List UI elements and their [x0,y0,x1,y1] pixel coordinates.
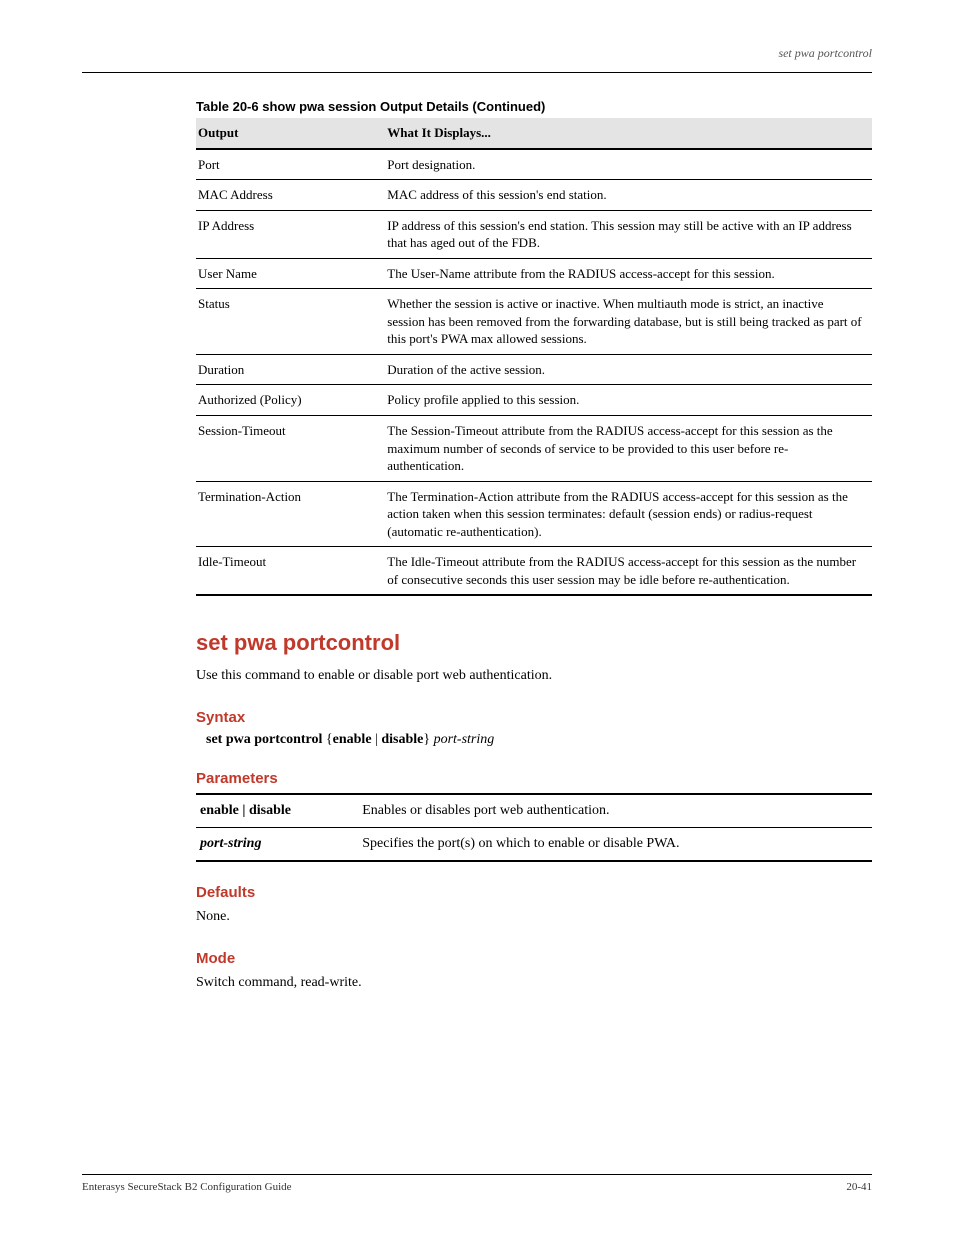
cell-meaning: Port designation. [385,149,872,180]
cell-output: Session-Timeout [196,416,385,482]
table-row: PortPort designation. [196,149,872,180]
table-row: MAC AddressMAC address of this session's… [196,180,872,211]
defaults-heading: Defaults [196,884,872,901]
table-row: DurationDuration of the active session. [196,354,872,385]
cell-meaning: The User-Name attribute from the RADIUS … [385,258,872,289]
table-caption: Table 20-6 show pwa session Output Detai… [196,99,872,114]
footer-right: 20-41 [846,1181,872,1193]
cell-meaning: Policy profile applied to this session. [385,385,872,416]
syntax-heading: Syntax [196,709,872,726]
output-table: Output What It Displays... PortPort desi… [196,118,872,596]
footer: Enterasys SecureStack B2 Configuration G… [82,1174,872,1193]
mode-text: Switch command, read-write. [196,973,872,993]
cell-output: User Name [196,258,385,289]
footer-left: Enterasys SecureStack B2 Configuration G… [82,1181,292,1193]
table-row: StatusWhether the session is active or i… [196,289,872,355]
mode-heading: Mode [196,950,872,967]
param-name: enable | disable [196,794,358,828]
parameters-heading: Parameters [196,770,872,787]
command-description: Use this command to enable or disable po… [196,666,872,686]
cell-output: Port [196,149,385,180]
cell-output: Duration [196,354,385,385]
param-desc: Enables or disables port web authenticat… [358,794,872,828]
cell-output: Idle-Timeout [196,547,385,596]
cell-meaning: The Idle-Timeout attribute from the RADI… [385,547,872,596]
table-row: Session-TimeoutThe Session-Timeout attri… [196,416,872,482]
cell-output: Termination-Action [196,481,385,547]
table-row: User NameThe User-Name attribute from th… [196,258,872,289]
running-head-text: set pwa portcontrol [778,46,872,61]
command-heading: set pwa portcontrol [196,630,872,656]
table-row: Idle-TimeoutThe Idle-Timeout attribute f… [196,547,872,596]
defaults-text: None. [196,907,872,927]
cell-meaning: IP address of this session's end station… [385,210,872,258]
footer-rule [82,1174,872,1175]
running-head: set pwa portcontrol [82,46,872,70]
table-row: Termination-ActionThe Termination-Action… [196,481,872,547]
cell-output: IP Address [196,210,385,258]
cell-meaning: The Session-Timeout attribute from the R… [385,416,872,482]
content: Table 20-6 show pwa session Output Detai… [196,99,872,993]
syntax-line: set pwa portcontrol {enable | disable} p… [206,732,872,748]
table-row: Authorized (Policy)Policy profile applie… [196,385,872,416]
col-header-meaning: What It Displays... [385,118,872,149]
param-name: port-string [196,827,358,861]
cell-meaning: MAC address of this session's end statio… [385,180,872,211]
parameters-table: enable | disable Enables or disables por… [196,793,872,863]
cell-meaning: The Termination-Action attribute from th… [385,481,872,547]
page: set pwa portcontrol Table 20-6 show pwa … [0,0,954,1235]
cell-output: Authorized (Policy) [196,385,385,416]
cell-output: MAC Address [196,180,385,211]
cell-meaning: Whether the session is active or inactiv… [385,289,872,355]
col-header-output: Output [196,118,385,149]
rule-top [82,72,872,73]
cell-meaning: Duration of the active session. [385,354,872,385]
cell-output: Status [196,289,385,355]
table-row: IP AddressIP address of this session's e… [196,210,872,258]
param-desc: Specifies the port(s) on which to enable… [358,827,872,861]
